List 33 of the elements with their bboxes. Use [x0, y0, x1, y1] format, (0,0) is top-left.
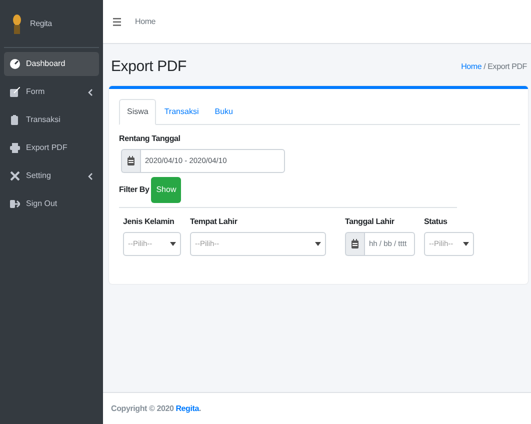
- home-link[interactable]: Home: [135, 16, 156, 28]
- tab[interactable]: Siswa: [119, 99, 156, 125]
- breadcrumb-separator: /: [484, 61, 486, 73]
- calendar-icon: [351, 239, 359, 249]
- filter-label: Filter By: [119, 184, 150, 196]
- tools-icon: [10, 171, 20, 181]
- avatar-icon: [12, 14, 22, 34]
- sidebar-item[interactable]: Dashboard: [4, 52, 99, 76]
- brand-name: Regita: [30, 18, 52, 30]
- calendar-icon: [127, 156, 135, 166]
- sidebar-item[interactable]: Form: [4, 80, 99, 104]
- edit-icon: [10, 87, 20, 97]
- copyright-link[interactable]: Regita: [176, 404, 199, 412]
- sidebar-item[interactable]: Sign Out: [4, 192, 99, 216]
- field-label: Rentang Tanggal: [119, 133, 182, 145]
- menu-button[interactable]: [113, 18, 121, 26]
- field-label: Tempat Lahir: [190, 216, 238, 228]
- field-label: Tanggal Lahir: [345, 216, 396, 228]
- sidebar-item[interactable]: Transaksi: [4, 108, 99, 132]
- sidebar-item[interactable]: Setting: [4, 164, 99, 188]
- menu-icon: [113, 18, 121, 26]
- sidebar-item[interactable]: Export PDF: [4, 136, 99, 160]
- tab[interactable]: Transaksi: [156, 99, 207, 125]
- dashboard-icon: [10, 59, 20, 69]
- page-title: Export PDF: [111, 58, 187, 76]
- copyright-text: Copyright © 2020 Regita.: [111, 402, 202, 414]
- sign-out-icon: [10, 199, 20, 209]
- show-button[interactable]: Show: [151, 177, 182, 203]
- field-label: Jenis Kelamin: [123, 216, 176, 228]
- breadcrumb-link[interactable]: Home: [461, 61, 482, 73]
- tab[interactable]: Buku: [206, 99, 241, 125]
- field-label: Status: [424, 216, 448, 228]
- breadcrumb-current: Export PDF: [488, 61, 527, 73]
